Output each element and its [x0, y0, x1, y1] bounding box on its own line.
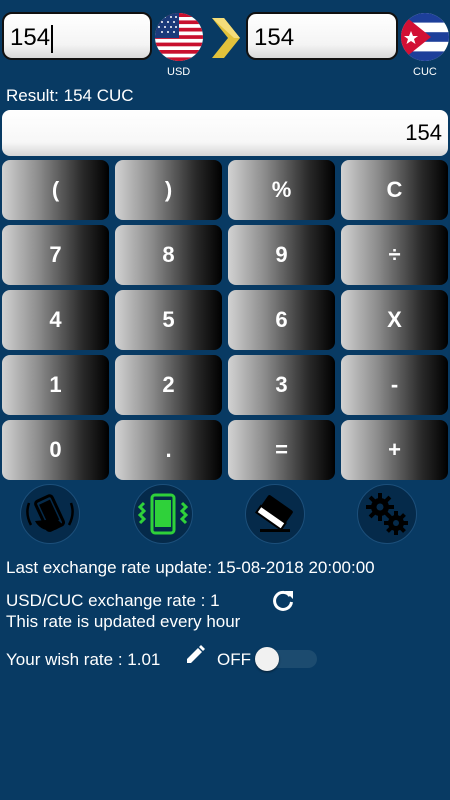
key-1[interactable]: 1 — [2, 355, 109, 415]
key-6[interactable]: 6 — [228, 290, 335, 350]
key-plus[interactable]: + — [341, 420, 448, 480]
toggle-knob[interactable] — [255, 647, 279, 671]
toggle-state-label: OFF — [217, 650, 251, 669]
from-amount-value: 154 — [10, 24, 51, 51]
wish-rate-toggle[interactable] — [255, 647, 317, 671]
usa-flag-icon[interactable] — [155, 13, 203, 61]
from-currency-code: USD — [167, 66, 191, 78]
calculator-display[interactable]: 154 — [2, 110, 448, 156]
result-label: Result: 154 CUC — [6, 86, 134, 105]
gears-icon[interactable] — [357, 484, 417, 544]
key-multiply[interactable]: X — [341, 290, 448, 350]
last-update-text: Last exchange rate update: 15-08-2018 20… — [6, 558, 375, 577]
key-5[interactable]: 5 — [115, 290, 222, 350]
to-amount-field[interactable]: 154 — [246, 12, 398, 60]
update-frequency-text: This rate is updated every hour — [6, 612, 241, 631]
pencil-icon[interactable] — [184, 642, 208, 666]
tool-row — [0, 484, 450, 548]
shake-phone-icon[interactable] — [20, 484, 80, 544]
to-currency-code: CUC — [413, 66, 437, 78]
key-close-paren[interactable]: ) — [115, 160, 222, 220]
key-0[interactable]: 0 — [2, 420, 109, 480]
key-open-paren[interactable]: ( — [2, 160, 109, 220]
key-decimal[interactable]: . — [115, 420, 222, 480]
wish-rate-text: Your wish rate : 1.01 — [6, 650, 161, 669]
key-equals[interactable]: = — [228, 420, 335, 480]
key-clear[interactable]: C — [341, 160, 448, 220]
key-4[interactable]: 4 — [2, 290, 109, 350]
cuba-flag-icon[interactable] — [401, 13, 449, 61]
eraser-icon[interactable] — [245, 484, 305, 544]
key-minus[interactable]: - — [341, 355, 448, 415]
exchange-rate-text: USD/CUC exchange rate : 1 — [6, 591, 220, 610]
converter-row: 154 USD 154 CUC — [0, 12, 450, 82]
key-divide[interactable]: ÷ — [341, 225, 448, 285]
key-2[interactable]: 2 — [115, 355, 222, 415]
key-percent[interactable]: % — [228, 160, 335, 220]
key-3[interactable]: 3 — [228, 355, 335, 415]
from-amount-input[interactable]: 154 — [2, 12, 152, 60]
key-9[interactable]: 9 — [228, 225, 335, 285]
key-8[interactable]: 8 — [115, 225, 222, 285]
chevron-right-icon[interactable] — [208, 16, 244, 60]
text-cursor — [51, 24, 54, 53]
refresh-icon[interactable] — [270, 588, 296, 614]
vibrate-phone-icon[interactable] — [133, 484, 193, 544]
key-7[interactable]: 7 — [2, 225, 109, 285]
